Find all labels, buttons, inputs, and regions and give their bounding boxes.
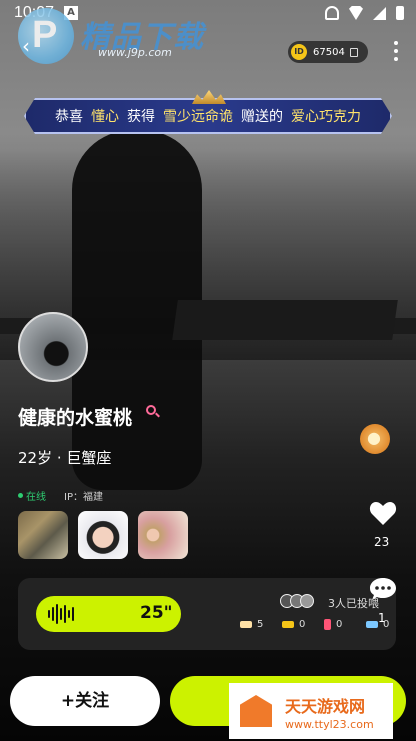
- user-id-pill[interactable]: ID 67504: [288, 41, 368, 63]
- copy-icon[interactable]: [349, 47, 358, 57]
- banner-sender: 雪少远命诡: [163, 109, 233, 125]
- profile-age-sign: 22岁 · 巨蟹座: [18, 449, 112, 467]
- house-logo-icon: [240, 695, 272, 727]
- like-button[interactable]: [369, 500, 397, 526]
- stat-value: 0: [336, 619, 343, 630]
- banner-recipient: 懂心: [91, 109, 119, 125]
- mute-icon: [325, 6, 339, 20]
- drink-icon: [324, 619, 331, 630]
- stat-value: 0: [299, 619, 306, 630]
- follow-button[interactable]: +关注: [10, 676, 160, 726]
- banner-text: 获得: [127, 109, 155, 125]
- voter-avatars: [280, 594, 314, 608]
- bone-blue-icon: [366, 621, 378, 628]
- stat-hamburger: 0: [282, 619, 316, 630]
- bone-icon: [240, 621, 252, 628]
- voters-text: 3人已投喂: [328, 597, 379, 610]
- paw-icon[interactable]: [360, 424, 390, 454]
- photo-thumbnail[interactable]: [78, 511, 128, 559]
- status-icons: [325, 6, 404, 20]
- watermark-url: www.j9p.com: [98, 46, 172, 59]
- back-button[interactable]: ‹: [22, 34, 46, 58]
- online-dot-icon: [18, 493, 23, 498]
- ip-location: IP：福建: [64, 492, 103, 503]
- chevron-left-icon: ‹: [22, 34, 30, 58]
- stat-bone-blue: 0: [366, 619, 400, 630]
- more-dot: [394, 49, 398, 53]
- heart-icon: [369, 502, 397, 525]
- wifi-icon: [349, 6, 363, 20]
- user-id-value: 67504: [313, 46, 345, 58]
- online-status: 在线 IP：福建: [18, 488, 103, 503]
- signal-icon: [373, 6, 386, 20]
- voter-avatar: [300, 594, 314, 608]
- stat-drink: 0: [324, 619, 358, 630]
- voice-duration: 25": [140, 603, 173, 623]
- more-options-button[interactable]: [388, 38, 404, 64]
- id-badge-icon: ID: [291, 44, 307, 60]
- hamburger-icon: [282, 621, 294, 628]
- profile-name: 健康的水蜜桃: [18, 407, 133, 429]
- banner-gift: 爱心巧克力: [291, 109, 361, 125]
- like-count: 23: [374, 535, 390, 549]
- stat-bone: 5: [240, 619, 274, 630]
- background-table: [172, 300, 398, 340]
- watermark-bottom: 天天游戏网 www.ttyl23.com: [229, 683, 393, 739]
- stat-value: 0: [383, 619, 390, 630]
- battery-icon: [396, 6, 404, 20]
- more-dot: [394, 57, 398, 61]
- watermark-bottom-url: www.ttyl23.com: [285, 718, 374, 731]
- avatar[interactable]: [18, 312, 88, 382]
- soundwave-icon: [48, 604, 74, 624]
- photo-thumbnail[interactable]: [138, 511, 188, 559]
- photo-thumbnails: [18, 511, 188, 559]
- more-dot: [394, 41, 398, 45]
- female-icon: [146, 405, 156, 415]
- gift-stats: 5 0 0 0: [240, 619, 400, 630]
- photo-thumbnail[interactable]: [18, 511, 68, 559]
- online-label: 在线: [26, 492, 46, 503]
- banner-text: 恭喜: [55, 109, 83, 125]
- banner-text: 赠送的: [241, 109, 283, 125]
- stat-value: 5: [257, 619, 264, 630]
- watermark-bottom-title: 天天游戏网: [285, 697, 366, 716]
